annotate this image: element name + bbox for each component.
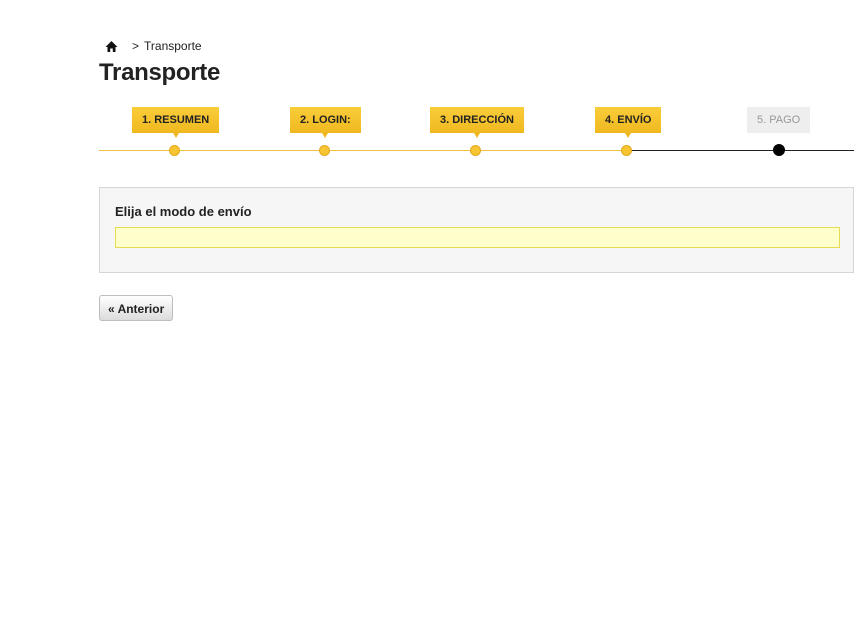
shipping-warning-box — [115, 227, 840, 248]
shipping-method-title: Elija el modo de envío — [115, 204, 252, 219]
step-login[interactable]: 2. LOGIN: — [290, 107, 361, 138]
step-shipping-dot — [621, 145, 632, 156]
step-payment: 5. PAGO — [747, 107, 811, 133]
step-address-dot — [470, 145, 481, 156]
home-icon[interactable] — [105, 40, 118, 53]
back-button[interactable]: « Anterior — [99, 295, 174, 321]
step-shipping[interactable]: 4. ENVÍO — [595, 107, 662, 138]
checkout-page: > Transporte Transporte 1. RESUMEN 2. LO… — [0, 0, 862, 629]
checkout-steps: 1. RESUMEN 2. LOGIN: 3. DIRECCIÓN 4. ENV… — [99, 100, 854, 162]
breadcrumb-current: Transporte — [144, 39, 202, 53]
shipping-method-box: Elija el modo de envío — [99, 187, 854, 273]
page-title: Transporte — [99, 59, 221, 86]
step-payment-dot — [773, 144, 785, 156]
step-summary-dot — [169, 145, 180, 156]
step-summary[interactable]: 1. RESUMEN — [132, 107, 220, 138]
step-login-dot — [319, 145, 330, 156]
breadcrumb-separator: > — [132, 39, 140, 53]
breadcrumb: > Transporte — [105, 37, 202, 55]
step-address[interactable]: 3. DIRECCIÓN — [430, 107, 524, 138]
steps-remaining-line — [627, 150, 854, 151]
